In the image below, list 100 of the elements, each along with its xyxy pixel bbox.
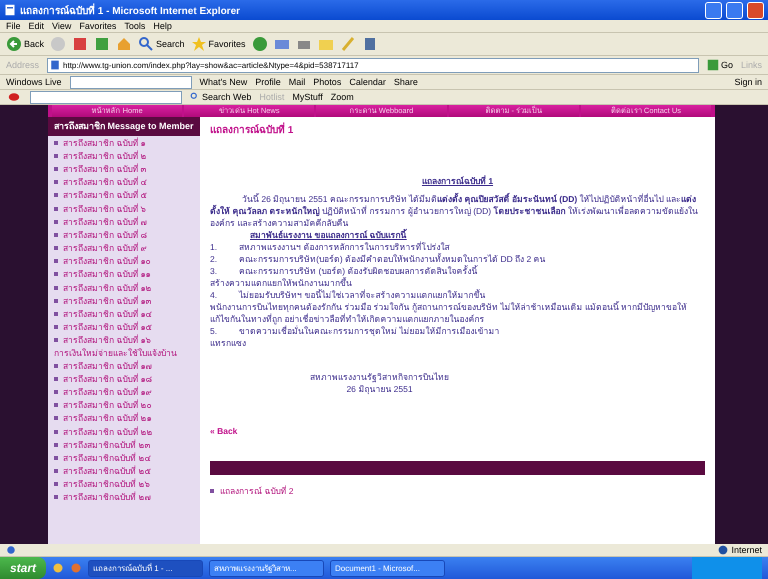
sidebar-link[interactable]: สารถึงสมาชิก ฉบับที่ ๑๖ xyxy=(63,333,151,348)
bullet-icon xyxy=(54,338,58,342)
toolbar-link[interactable]: Share xyxy=(394,77,418,87)
live-search-field[interactable] xyxy=(70,76,192,88)
search-web-button[interactable]: Search Web xyxy=(190,92,252,102)
bullet-icon xyxy=(54,286,58,290)
point-number: 3. xyxy=(210,265,218,277)
sidebar-link[interactable]: สารถึงสมาชิก ฉบับที่ ๑๗ xyxy=(63,358,152,373)
sidebar-link[interactable]: สารถึงสมาชิกฉบับที่ ๒๗ xyxy=(63,490,150,504)
bullet-icon xyxy=(54,325,58,330)
close-button[interactable] xyxy=(747,2,764,18)
bullet-icon xyxy=(54,246,58,250)
point-number: 2. xyxy=(210,253,218,265)
search-button[interactable]: Search xyxy=(138,36,185,52)
bullet-icon xyxy=(54,259,58,264)
taskbar-window[interactable]: แถลงการณ์ฉบับที่ 1 - ... xyxy=(88,560,204,576)
address-field[interactable]: http://www.tg-union.com/index.php?lay=show&ac=article&Ntype=4&pid=538717117 xyxy=(47,58,699,72)
bullet-icon xyxy=(54,430,58,434)
menu-item[interactable]: View xyxy=(52,21,72,31)
sidebar-link[interactable]: สารถึงสมาชิก ฉบับที่ ๖ xyxy=(63,202,146,216)
sidebar-link[interactable]: สารถึงสมาชิก ฉบับที่ ๑๙ xyxy=(63,384,152,399)
related-link[interactable]: แถลงการณ์ ฉบับที่ 2 xyxy=(220,485,294,497)
toolbar-link[interactable]: Photos xyxy=(313,77,342,87)
search-icon[interactable] xyxy=(138,36,154,52)
sidebar-link[interactable]: สารถึงสมาชิก ฉบับที่ ๒๐ xyxy=(63,398,152,412)
toolbar-link[interactable]: Zoom xyxy=(330,92,354,102)
menu-item[interactable]: Edit xyxy=(28,21,44,31)
zone-label: Internet xyxy=(731,545,762,555)
sidebar-link[interactable]: สารถึงสมาชิกฉบับที่ ๒๖ xyxy=(63,477,150,492)
sidebar-link[interactable]: สารถึงสมาชิก ฉบับที่ ๔ xyxy=(63,175,147,190)
sidebar-link[interactable]: สารถึงสมาชิกฉบับที่ ๒๓ xyxy=(63,438,150,452)
sidebar-link[interactable]: สารถึงสมาชิก ฉบับที่ ๓ xyxy=(63,162,147,176)
toolbar-link[interactable]: MyStuff xyxy=(292,92,323,102)
sidebar-link[interactable]: สารถึงสมาชิก ฉบับที่ ๒๑ xyxy=(63,411,152,426)
sidebar-link[interactable]: สารถึงสมาชิก ฉบับที่ ๗ xyxy=(63,214,147,229)
signature: สหภาพแรงงานรัฐวิสาหกิจการบินไทย xyxy=(310,371,449,383)
sidebar-link[interactable]: สารถึงสมาชิก ฉบับที่ ๑๑ xyxy=(63,267,151,282)
pencil-icon[interactable] xyxy=(340,36,356,52)
point-number: 4. xyxy=(210,289,218,301)
bullet-icon xyxy=(54,312,58,316)
bullet-icon xyxy=(54,364,58,368)
point-text: คณะกรรมการบริษัท(บอร์ด) ต้องมีคำตอบให้พนักงานทั้งหมดในการได้ DD ถึง 2 คน xyxy=(239,253,546,265)
go-icon[interactable] xyxy=(706,59,719,71)
sign-in-link[interactable]: Sign in xyxy=(734,77,762,87)
sidebar-link[interactable]: สารถึงสมาชิก ฉบับที่ ๒ xyxy=(63,148,147,163)
taskbar-window[interactable]: Document1 - Microsof... xyxy=(330,560,446,576)
menu-item[interactable]: Favorites xyxy=(79,21,116,31)
sidebar-link[interactable]: สารถึงสมาชิก ฉบับที่ ๑ xyxy=(63,136,146,150)
sidebar-link[interactable]: สารถึงสมาชิก ฉบับที่ ๘ xyxy=(63,228,148,242)
toolbar-link[interactable]: Calendar xyxy=(349,77,386,87)
sidebar-link[interactable]: สารถึงสมาชิก ฉบับที่ ๙ xyxy=(63,241,147,256)
bullet-icon xyxy=(54,154,58,158)
address-label: Address xyxy=(6,60,40,70)
bullet-icon xyxy=(54,482,58,486)
bullet-icon xyxy=(54,403,58,408)
web-search-field[interactable] xyxy=(30,90,182,104)
sidebar-link[interactable]: สารถึงสมาชิก ฉบับที่ ๕ xyxy=(63,188,147,202)
menu-item[interactable]: File xyxy=(6,21,21,31)
sidebar-link[interactable]: สารถึงสมาชิก ฉบับที่ ๒๒ xyxy=(63,424,153,439)
bullet-icon xyxy=(54,272,58,276)
sidebar-link[interactable]: สารถึงสมาชิก ฉบับที่ ๑๓ xyxy=(63,294,152,308)
sidebar-link[interactable]: การเงินใหม่จ่ายและใช้ใบแจ้งบ้าน xyxy=(48,347,200,359)
stop-icon[interactable] xyxy=(72,36,88,52)
menu-item[interactable]: Tools xyxy=(124,21,146,31)
toolbar-link[interactable]: What's New xyxy=(200,77,248,87)
taskbar-window[interactable]: สหภาพแรงงานรัฐวิสาห... xyxy=(209,560,324,576)
bullet-icon xyxy=(54,442,58,447)
bullet-icon xyxy=(54,232,58,237)
point-text: สหภาพแรงงานฯ ต้องการหลักการในการบริหารที่โปร่งใส xyxy=(239,241,450,253)
back-button[interactable]: Back xyxy=(6,36,44,52)
favorites-button[interactable]: Favorites xyxy=(190,36,246,52)
article-heading: แถลงการณ์ฉบับที่ 1 xyxy=(422,175,494,187)
point-text: แทรกแซง xyxy=(210,337,247,349)
sidebar-link[interactable]: สารถึงสมาชิกฉบับที่ ๒๕ xyxy=(63,464,150,478)
point-text: ขาดความเชื่อมั่นในคณะกรรมการชุดใหม่ ไม่ยอมให้มีการเมืองเข้ามา xyxy=(239,325,500,337)
point-text: ไม่ยอมรับบริษัทฯ ขอนี้ไม่ใช่เวลาที่จะสร้างความแตกแยกให้มากขึ้น xyxy=(239,289,486,301)
sidebar-link[interactable]: สารถึงสมาชิก ฉบับที่ ๑๒ xyxy=(63,280,152,295)
sidebar-title: สารถึงสมาชิก Message to Member xyxy=(48,117,200,136)
star-icon[interactable] xyxy=(190,36,207,52)
maximize-button[interactable] xyxy=(726,2,743,18)
menu-item[interactable]: Help xyxy=(153,21,172,31)
sidebar-link[interactable]: สารถึงสมาชิก ฉบับที่ ๑๕ xyxy=(63,320,152,334)
bullet-icon xyxy=(54,298,58,303)
point-text: พนักงานการบินไทยทุกคนต้องรักกัน ร่วมมือ ร่วมใจกัน กู้สถานการณ์ของบริษัท ไม่ให้ล่าช้าเหมือนเดิม แม้ตอนนี้ หากมีปัญหาขอให้แก้ไขกันในทางที่ถูก อย่าเชื่อข่าวลือที่ทำให้เกิดความแตกแยกภายในองค์กร xyxy=(210,301,688,325)
start-button[interactable]: start xyxy=(0,557,46,579)
sidebar-link[interactable]: สารถึงสมาชิก ฉบับที่ ๑๘ xyxy=(63,372,153,386)
bullet-icon xyxy=(54,220,58,224)
go-button[interactable]: Go xyxy=(706,59,733,71)
back-icon[interactable] xyxy=(6,36,22,52)
sidebar-link[interactable]: สารถึงสมาชิกฉบับที่ ๒๔ xyxy=(63,450,150,465)
search-icon[interactable] xyxy=(190,92,200,102)
back-link[interactable]: « Back xyxy=(210,425,238,437)
minimize-button[interactable] xyxy=(705,2,722,18)
home-icon[interactable] xyxy=(116,36,132,52)
sidebar-link[interactable]: สารถึงสมาชิก ฉบับที่ ๑๔ xyxy=(63,307,152,322)
toolbar-link[interactable]: Mail xyxy=(288,77,306,87)
bullet-icon xyxy=(54,140,58,145)
toolbar-link[interactable]: Profile xyxy=(255,77,281,87)
sidebar-link[interactable]: สารถึงสมาชิก ฉบับที่ ๑๐ xyxy=(63,254,151,268)
window-title: แถลงการณ์ฉบับที่ 1 - Microsoft Internet Explorer xyxy=(20,2,242,18)
